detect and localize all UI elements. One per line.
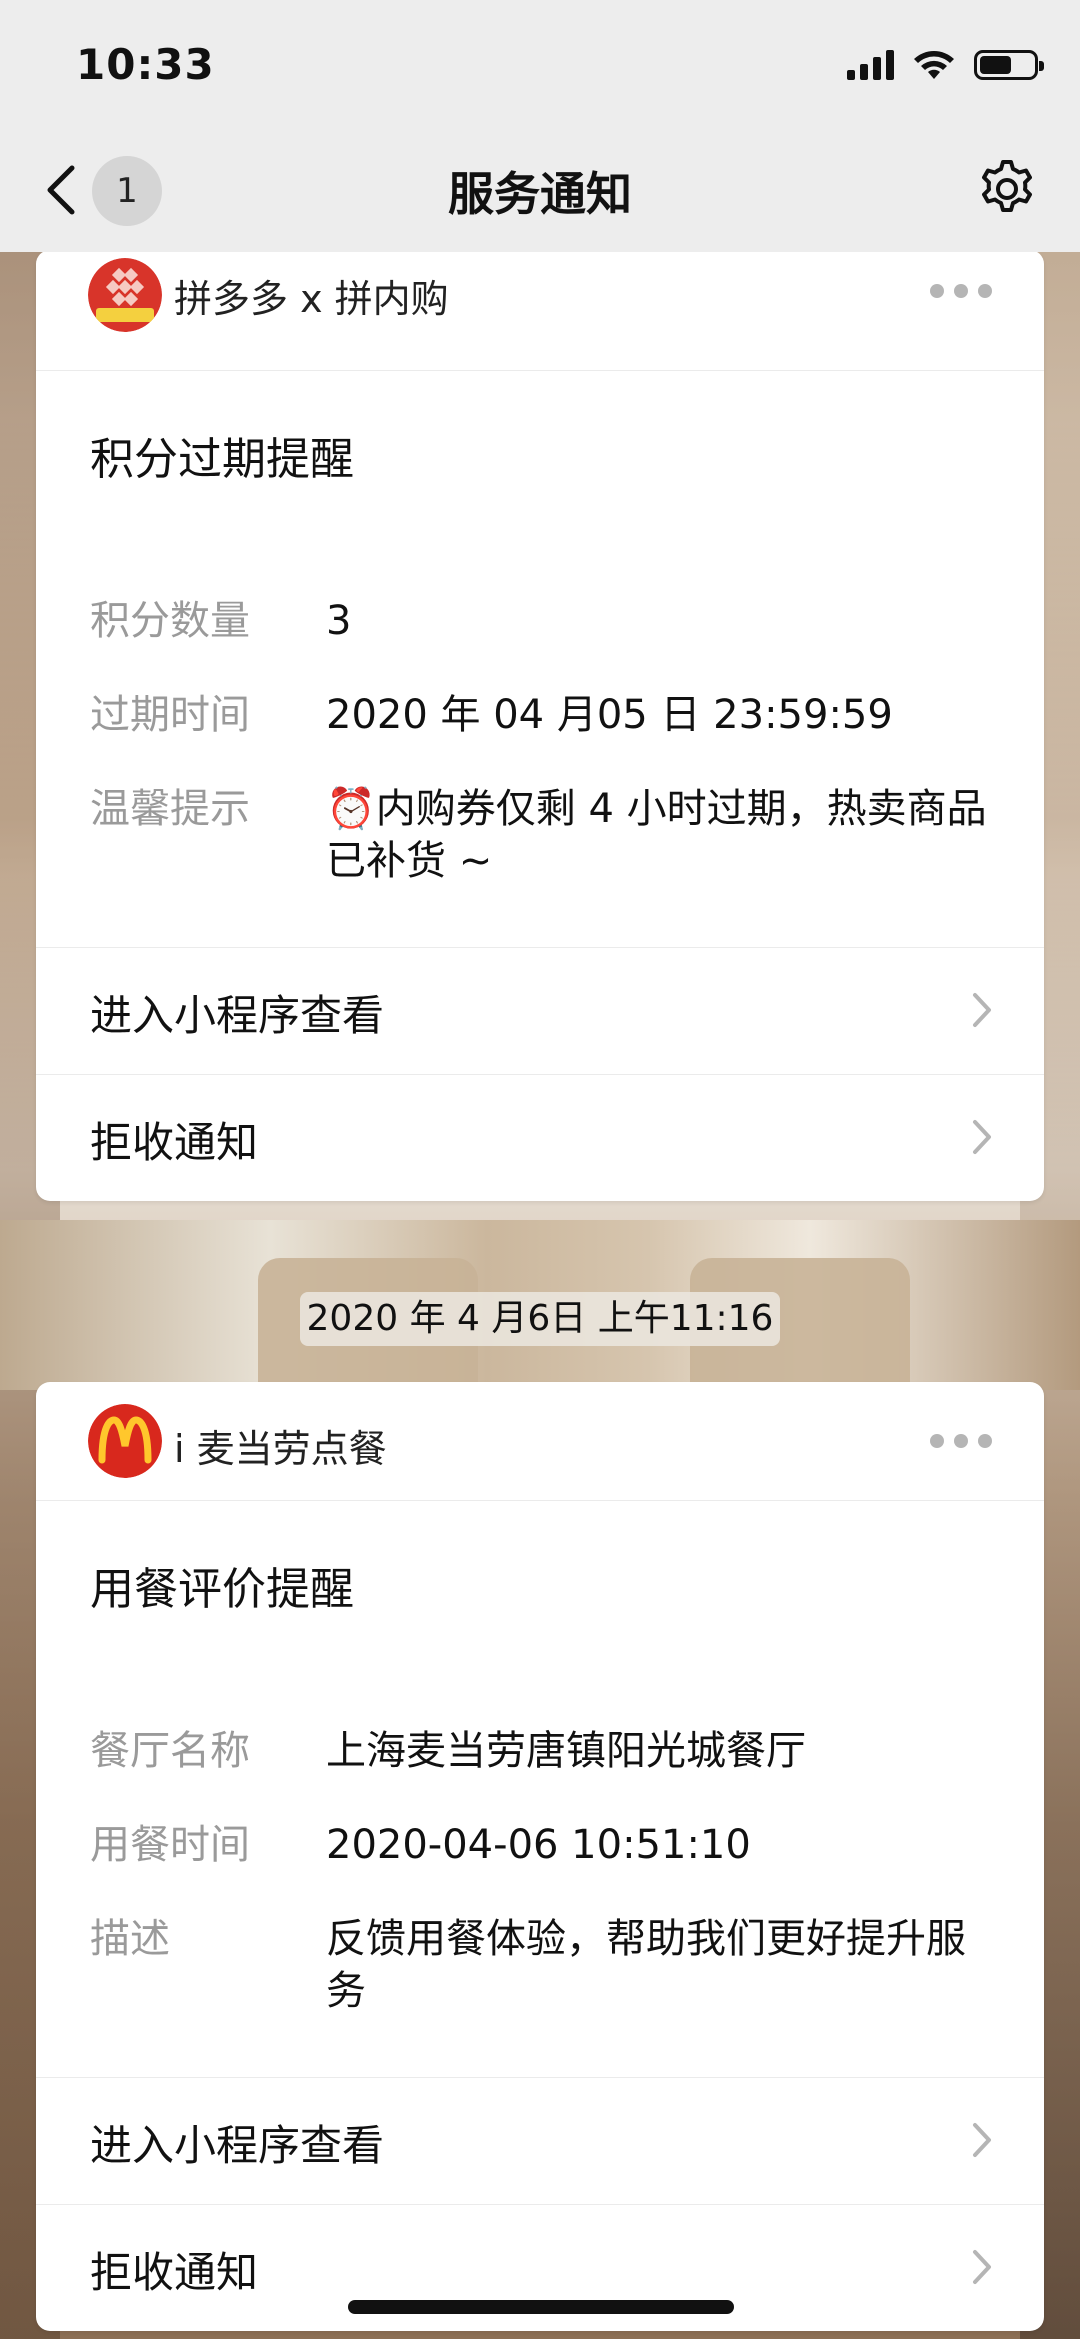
field-value: 上海麦当劳唐镇阳光城餐厅 (326, 1728, 806, 1774)
top-bar: 10:33 1 服务通知 (0, 0, 1080, 252)
field-value: 2020-04-06 10:51:10 (326, 1822, 751, 1868)
reject-notification-row[interactable]: 拒收通知 (36, 1074, 1044, 1201)
card-title: 用餐评价提醒 (90, 1564, 354, 1615)
card-header: i 麦当劳点餐 (36, 1382, 1044, 1501)
field-label: 积分数量 (90, 598, 250, 644)
open-mini-program-row[interactable]: 进入小程序查看 (36, 2077, 1044, 2204)
gear-icon[interactable] (976, 158, 1038, 220)
field-row: 用餐时间 2020-04-06 10:51:10 (90, 1819, 990, 1871)
chevron-right-icon (973, 2123, 991, 2157)
home-indicator[interactable] (348, 2300, 734, 2314)
pinduoduo-logo-icon (88, 258, 162, 332)
field-row: 描述 反馈用餐体验，帮助我们更好提升服务 (90, 1913, 990, 2017)
field-label: 过期时间 (90, 692, 250, 738)
chevron-right-icon (973, 2250, 991, 2284)
action-label: 拒收通知 (90, 1118, 259, 1167)
chevron-right-icon (973, 993, 991, 1027)
chevron-right-icon (973, 1120, 991, 1154)
card-header: 拼多多 x 拼内购 (36, 250, 1044, 371)
field-row: 积分数量 3 (90, 595, 990, 647)
page-title: 服务通知 (448, 167, 632, 221)
action-label: 进入小程序查看 (90, 2121, 385, 2170)
source-name: i 麦当劳点餐 (174, 1427, 387, 1471)
more-options-icon[interactable] (930, 1434, 992, 1448)
field-label: 用餐时间 (90, 1822, 250, 1868)
field-label: 温馨提示 (90, 786, 250, 832)
field-list: 积分数量 3 过期时间 2020 年 04 月05 日 23:59:59 温馨提… (36, 535, 1044, 947)
notification-card-mcdonalds: i 麦当劳点餐 用餐评价提醒 餐厅名称 上海麦当劳唐镇阳光城餐厅 用餐时间 20… (36, 1382, 1044, 2331)
action-label: 拒收通知 (90, 2248, 259, 2297)
field-label: 餐厅名称 (90, 1728, 250, 1774)
mcdonalds-logo-icon (88, 1404, 162, 1478)
field-row: 餐厅名称 上海麦当劳唐镇阳光城餐厅 (90, 1725, 990, 1777)
date-separator: 2020 年 4 月6日 上午11:16 (300, 1292, 780, 1346)
more-options-icon[interactable] (930, 284, 992, 298)
field-value: 反馈用餐体验，帮助我们更好提升服务 (326, 1916, 966, 2014)
field-value: ⏰内购券仅剩 4 小时过期，热卖商品已补货 ~ (326, 786, 987, 884)
open-mini-program-row[interactable]: 进入小程序查看 (36, 947, 1044, 1074)
field-row: 温馨提示 ⏰内购券仅剩 4 小时过期，热卖商品已补货 ~ (90, 783, 990, 887)
field-list: 餐厅名称 上海麦当劳唐镇阳光城餐厅 用餐时间 2020-04-06 10:51:… (36, 1665, 1044, 2077)
notification-card-pinduoduo: 拼多多 x 拼内购 积分过期提醒 积分数量 3 过期时间 2020 年 04 月… (36, 250, 1044, 1201)
field-row: 过期时间 2020 年 04 月05 日 23:59:59 (90, 689, 990, 741)
action-label: 进入小程序查看 (90, 991, 385, 1040)
field-value: 3 (326, 598, 352, 644)
wifi-icon (914, 51, 954, 79)
card-title: 积分过期提醒 (90, 434, 354, 485)
status-time: 10:33 (76, 40, 215, 89)
field-value: 2020 年 04 月05 日 23:59:59 (326, 692, 893, 738)
status-icons (847, 48, 1044, 82)
battery-icon (974, 50, 1044, 80)
source-name: 拼多多 x 拼内购 (174, 277, 449, 321)
field-label: 描述 (90, 1916, 170, 1962)
cellular-signal-icon (847, 50, 894, 80)
